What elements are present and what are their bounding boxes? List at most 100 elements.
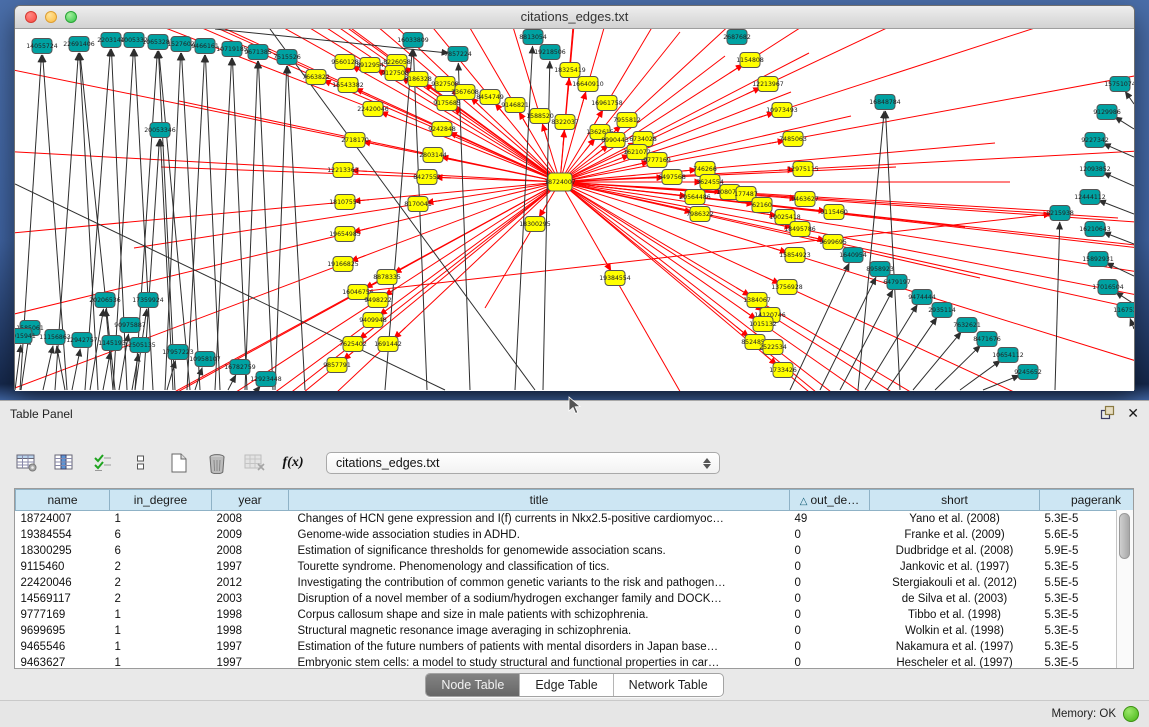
network-node[interactable]: 9498222 — [364, 293, 392, 308]
network-node[interactable]: 9560128 — [331, 55, 359, 70]
network-node[interactable]: 2935114 — [928, 303, 956, 318]
network-node[interactable]: 10719185 — [216, 42, 248, 57]
new-column-icon[interactable] — [166, 450, 192, 476]
table-row[interactable]: 1830029562008Estimation of significance … — [16, 543, 1135, 559]
network-node[interactable]: 1733426 — [769, 363, 797, 378]
network-node[interactable]: 16640910 — [572, 77, 604, 92]
network-node[interactable]: 8322037 — [551, 115, 579, 130]
network-node[interactable]: 8912954 — [356, 58, 384, 73]
network-node[interactable]: 22691406 — [63, 37, 95, 52]
network-node[interactable]: 9463627 — [791, 192, 819, 207]
memory-status-icon[interactable] — [1123, 706, 1139, 722]
table-mode-icon[interactable] — [14, 450, 40, 476]
network-node[interactable]: 8427552 — [413, 170, 441, 185]
network-node[interactable]: 9699695 — [819, 235, 847, 250]
network-node[interactable]: 1691442 — [374, 337, 402, 352]
network-node[interactable]: 14055724 — [26, 39, 58, 54]
network-node[interactable]: 1384067 — [743, 293, 771, 308]
network-node[interactable]: 16961758 — [591, 96, 623, 111]
network-node[interactable]: 8454749 — [476, 90, 504, 105]
network-node[interactable]: 9146821 — [501, 98, 529, 113]
network-node[interactable]: 17359924 — [132, 293, 164, 308]
table-row[interactable]: 1456911722003Disruption of a novel membe… — [16, 591, 1135, 607]
network-node[interactable]: 17016504 — [1092, 280, 1124, 295]
network-node[interactable]: 2718170 — [341, 133, 369, 148]
network-node[interactable]: 7485063 — [779, 132, 807, 147]
table-row[interactable]: 946362711997Embryonic stem cells: a mode… — [16, 655, 1135, 669]
network-node[interactable]: 7515526 — [273, 50, 301, 65]
network-node[interactable]: 9245652 — [1014, 365, 1042, 380]
network-node[interactable]: 8878335 — [373, 270, 401, 285]
column-header-name[interactable]: name — [16, 490, 110, 511]
network-node[interactable]: 8215938 — [1046, 206, 1074, 221]
network-hub-node[interactable]: 18724007 — [544, 173, 576, 191]
network-node[interactable]: 9474444 — [908, 290, 936, 305]
network-node[interactable]: 1588520 — [526, 109, 554, 124]
network-node[interactable]: 12975115 — [787, 162, 819, 177]
table-selector-dropdown[interactable]: citations_edges.txt — [326, 452, 720, 474]
network-node[interactable]: 19384554 — [599, 271, 631, 286]
network-node[interactable]: 22420046 — [357, 102, 389, 117]
network-node[interactable]: 9115460 — [820, 205, 848, 220]
network-node[interactable]: 8990443 — [601, 133, 629, 148]
network-node[interactable]: 9671385 — [244, 45, 272, 60]
network-node[interactable]: 10973493 — [766, 103, 798, 118]
column-header-out_degree[interactable]: △out_de… — [790, 490, 870, 511]
network-node[interactable]: 16033809 — [397, 33, 429, 48]
table-row[interactable]: 911546021997Tourette syndrome. Phenomeno… — [16, 559, 1135, 575]
network-node[interactable]: 7857224 — [444, 47, 472, 62]
network-node[interactable]: 7663822 — [302, 70, 330, 85]
row-height-icon[interactable] — [128, 450, 154, 476]
close-panel-icon[interactable]: ✕ — [1127, 406, 1139, 420]
table-row[interactable]: 946554611997Estimation of the future num… — [16, 639, 1135, 655]
network-node[interactable]: 7625402 — [339, 337, 367, 352]
network-node[interactable]: 9857791 — [323, 358, 351, 373]
table-row[interactable]: 977716911998Corpus callosum shape and si… — [16, 607, 1135, 623]
table-row[interactable]: 1938455462009Genome-wide association stu… — [16, 527, 1135, 543]
network-node[interactable]: 18107554 — [329, 195, 361, 210]
network-node[interactable]: 7986322 — [686, 207, 714, 222]
network-canvas[interactable]: 1872400795601288912954822605891275088186… — [15, 29, 1134, 391]
network-node[interactable]: 2687682 — [723, 30, 751, 45]
network-node[interactable]: 12923448 — [250, 372, 282, 387]
column-header-short[interactable]: short — [870, 490, 1040, 511]
network-node[interactable]: 2803144 — [419, 148, 447, 163]
network-node[interactable]: 9466161 — [191, 39, 219, 54]
network-node[interactable]: 8471676 — [973, 332, 1001, 347]
network-node[interactable]: 15854923 — [779, 248, 811, 263]
column-header-title[interactable]: title — [289, 490, 790, 511]
network-node[interactable]: 1015132 — [749, 317, 777, 332]
network-node[interactable]: 8186328 — [404, 72, 432, 87]
network-node[interactable]: 1145193 — [98, 336, 126, 351]
function-builder-icon[interactable]: f(x) — [280, 450, 306, 476]
network-node[interactable]: 1154808 — [736, 53, 764, 68]
network-node[interactable]: 9242848 — [428, 122, 456, 137]
table-row[interactable]: 1872400712008Changes of HCN gene express… — [16, 511, 1135, 528]
network-node[interactable]: 18325419 — [554, 63, 586, 78]
network-node[interactable]: 16848784 — [869, 95, 901, 110]
network-node[interactable]: 1640954 — [839, 248, 867, 263]
table-row[interactable]: 2242004622012Investigating the contribut… — [16, 575, 1135, 591]
network-node[interactable]: 12213363 — [327, 163, 359, 178]
network-node[interactable]: 15751074 — [1104, 77, 1134, 92]
tab-edge-table[interactable]: Edge Table — [519, 674, 612, 696]
network-node[interactable]: 19654985 — [329, 227, 361, 242]
network-node[interactable]: 7632621 — [953, 318, 981, 333]
network-node[interactable]: 9227342 — [1081, 133, 1109, 148]
table-scrollbar[interactable] — [1116, 510, 1133, 668]
network-node[interactable]: 10654112 — [992, 348, 1024, 363]
tab-node-table[interactable]: Node Table — [426, 674, 519, 696]
tab-network-table[interactable]: Network Table — [613, 674, 723, 696]
network-node[interactable]: 90975887 — [114, 318, 146, 333]
network-node[interactable]: 62160 — [752, 198, 772, 213]
network-node[interactable]: 12942757 — [66, 333, 98, 348]
network-node[interactable]: 16210643 — [1079, 222, 1111, 237]
network-node[interactable]: 8170041 — [404, 197, 432, 212]
network-node[interactable]: 2522534 — [759, 340, 787, 355]
selection-mode-icon[interactable] — [90, 450, 116, 476]
column-header-in_degree[interactable]: in_degree — [110, 490, 212, 511]
table-row[interactable]: 969969511998Structural magnetic resonanc… — [16, 623, 1135, 639]
network-node[interactable]: 9777169 — [643, 153, 671, 168]
network-node[interactable]: 8813054 — [519, 30, 547, 45]
network-node[interactable]: 19218506 — [534, 45, 566, 60]
